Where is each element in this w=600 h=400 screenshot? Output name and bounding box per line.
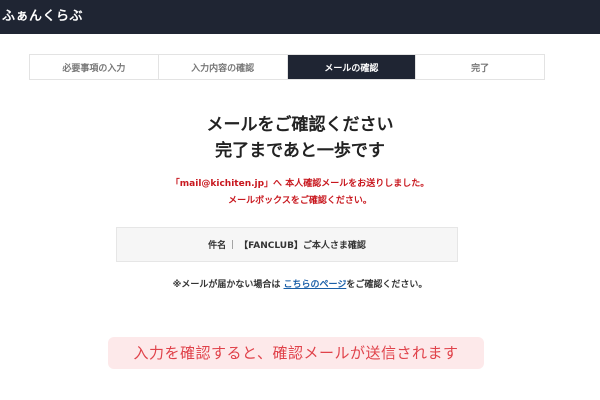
mail-subject-box: 件名 | 【FANCLUB】ご本人さま確認 — [116, 227, 458, 262]
caption-banner: 入力を確認すると、確認メールが送信されます — [108, 337, 484, 369]
progress-steps: 必要事項の入力 入力内容の確認 メールの確認 完了 — [29, 54, 545, 80]
subject-value: 【FANCLUB】ご本人さま確認 — [239, 241, 366, 251]
subject-label: 件名 — [208, 241, 227, 251]
step-input: 必要事項の入力 — [30, 55, 159, 79]
sent-message: 「mail@kichiten.jp」へ 本人確認メールをお送りしました。 — [170, 179, 430, 189]
subject-separator: | — [231, 239, 235, 250]
page-title: メールをご確認ください — [206, 115, 394, 135]
step-confirm-mail: メールの確認 — [287, 55, 417, 79]
help-page-link[interactable]: こちらのページ — [284, 280, 347, 290]
note-suffix: をご確認ください。 — [346, 280, 428, 290]
check-mailbox-message: メールボックスをご確認ください。 — [228, 196, 372, 206]
site-logo[interactable]: ふぁんくらぶ — [2, 8, 83, 26]
step-confirm-input: 入力内容の確認 — [158, 55, 288, 79]
top-header: ふぁんくらぶ — [0, 0, 600, 34]
caption-text: 入力を確認すると、確認メールが送信されます — [133, 344, 459, 362]
step-complete: 完了 — [416, 55, 544, 79]
page-subtitle: 完了まであと一歩です — [215, 141, 385, 161]
help-note: ※メールが届かない場合は こちらのページをご確認ください。 — [0, 278, 600, 292]
note-prefix: ※メールが届かない場合は — [172, 280, 284, 290]
